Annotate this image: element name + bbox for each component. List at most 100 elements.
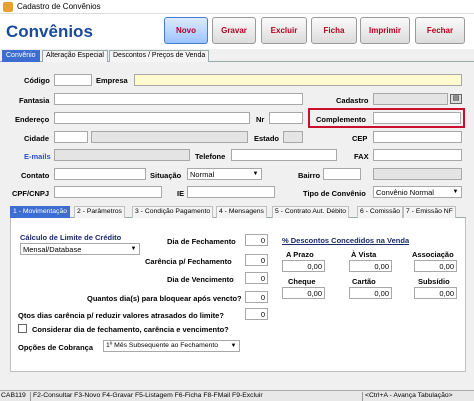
fax-input[interactable]: [373, 149, 462, 161]
calendar-icon[interactable]: ▤: [450, 94, 462, 104]
empresa-label: Empresa: [96, 76, 128, 85]
nr-label: Nr: [256, 115, 265, 124]
tab-condicao-pagamento[interactable]: 3 - Condição Pagamento: [132, 206, 214, 218]
window-titlebar: Cadastro de Convênios: [0, 0, 474, 14]
top-tab-strip: Convênio Alteração Especial Descontos / …: [0, 50, 474, 62]
ie-input[interactable]: [187, 186, 275, 198]
tab-movimentacao[interactable]: 1 - Movimentação: [10, 206, 71, 218]
tab-contrato-aut-debito[interactable]: 5 - Contrato Aut. Débito: [272, 206, 350, 218]
tab-emissao-nf[interactable]: 7 - Emissão NF: [403, 206, 456, 218]
cidade-code-input[interactable]: [54, 131, 88, 143]
novo-button[interactable]: Novo: [164, 17, 208, 44]
status-bar: CAB119 F2-Consultar F3-Novo F4-Gravar F5…: [0, 390, 474, 401]
contato-label: Contato: [21, 171, 50, 180]
imprimir-button[interactable]: Imprimir: [360, 17, 410, 44]
bairro-label: Bairro: [298, 171, 321, 180]
tab-mensagens[interactable]: 4 - Mensagens: [216, 206, 267, 218]
tipo-convenio-label: Tipo de Convênio: [303, 189, 366, 198]
tab-descontos-precos[interactable]: Descontos / Preços de Venda: [109, 50, 210, 62]
a-vista-input[interactable]: 0,00: [349, 260, 392, 272]
cep-label: CEP: [352, 134, 368, 143]
fechar-button[interactable]: Fechar: [415, 17, 465, 44]
qtos-dias-carencia-label: Qtos dias carência p/ reduzir valores at…: [18, 311, 224, 320]
complemento-input[interactable]: [373, 112, 461, 124]
fax-label: FAX: [354, 152, 369, 161]
cidade-label: Cidade: [24, 134, 50, 143]
chevron-down-icon: ▼: [452, 189, 459, 195]
opcoes-cobranca-value: 1º Mês Subsequente ao Fechamento: [106, 342, 219, 349]
estado-input[interactable]: [283, 131, 303, 143]
telefone-input[interactable]: [231, 149, 337, 161]
contato-input[interactable]: [54, 168, 146, 180]
bairro-name-input[interactable]: [373, 168, 462, 180]
dia-fechamento-label: Dia de Fechamento: [167, 237, 236, 246]
gravar-button[interactable]: Gravar: [212, 17, 256, 44]
ficha-button[interactable]: Ficha: [311, 17, 357, 44]
bottom-tab-strip: 1 - Movimentação 2 - Parâmetros 3 - Cond…: [10, 206, 466, 218]
dia-vencimento-label: Dia de Vencimento: [167, 275, 234, 284]
cheque-label: Cheque: [288, 277, 316, 286]
status-shortcuts: F2-Consultar F3-Novo F4-Gravar F5-Listag…: [33, 392, 263, 399]
cpf-cnpj-input[interactable]: [54, 186, 162, 198]
tipo-convenio-select[interactable]: Convênio Normal ▼: [373, 186, 462, 198]
carencia-fechamento-label: Carência p/ Fechamento: [145, 257, 232, 266]
emails-label[interactable]: E-mails: [24, 152, 51, 161]
tab-convenio[interactable]: Convênio: [2, 50, 40, 62]
associacao-input[interactable]: 0,00: [414, 260, 457, 272]
subsidio-input[interactable]: 0,00: [414, 287, 457, 299]
tab-alteracao-especial[interactable]: Alteração Especial: [42, 50, 108, 62]
calculo-limite-value: Mensal/Database: [23, 245, 82, 254]
cartao-input[interactable]: 0,00: [349, 287, 392, 299]
status-code: CAB119: [1, 392, 26, 399]
carencia-fechamento-input[interactable]: 0: [245, 254, 268, 266]
cheque-input[interactable]: 0,00: [282, 287, 325, 299]
quantos-dias-bloquear-input[interactable]: 0: [245, 291, 268, 303]
chevron-down-icon: ▼: [252, 171, 259, 177]
cadastro-input[interactable]: [373, 93, 448, 105]
window-title: Cadastro de Convênios: [17, 2, 101, 11]
page-title: Convênios: [6, 22, 93, 41]
subsidio-label: Subsídio: [418, 277, 450, 286]
situacao-select[interactable]: Normal ▼: [187, 168, 262, 180]
fantasia-input[interactable]: [54, 93, 303, 105]
tab-parametros[interactable]: 2 - Parâmetros: [74, 206, 125, 218]
associacao-label: Associação: [412, 250, 454, 259]
endereco-input[interactable]: [54, 112, 250, 124]
opcoes-cobranca-label: Opções de Cobrança: [18, 343, 94, 352]
qtos-dias-carencia-input[interactable]: 0: [245, 308, 268, 320]
situacao-value: Normal: [190, 170, 215, 179]
cidade-name-input[interactable]: [91, 131, 248, 143]
cep-input[interactable]: [373, 131, 462, 143]
tipo-convenio-value: Convênio Normal: [376, 188, 434, 197]
app-icon: [3, 2, 13, 12]
fantasia-label: Fantasia: [19, 96, 50, 105]
cartao-label: Cartão: [352, 277, 376, 286]
cpf-cnpj-label: CPF/CNPJ: [12, 189, 50, 198]
considerar-checkbox[interactable]: [18, 324, 27, 333]
dia-vencimento-input[interactable]: 0: [245, 272, 268, 284]
a-prazo-label: A Prazo: [286, 250, 314, 259]
estado-label: Estado: [254, 134, 280, 143]
codigo-input[interactable]: [54, 74, 92, 86]
calculo-limite-label: Cálculo de Limite de Crédito: [20, 233, 122, 242]
chevron-down-icon: ▼: [230, 343, 237, 349]
quantos-dias-bloquear-label: Quantos dia(s) para bloquear após vencto…: [87, 294, 242, 303]
tab-comissao[interactable]: 6 - Comissão: [357, 206, 404, 218]
opcoes-cobranca-select[interactable]: 1º Mês Subsequente ao Fechamento ▼: [103, 340, 240, 352]
nr-input[interactable]: [269, 112, 303, 124]
telefone-label: Telefone: [195, 152, 226, 161]
cadastro-label: Cadastro: [336, 96, 369, 105]
endereco-label: Endereço: [15, 115, 50, 124]
complemento-label: Complemento: [316, 115, 367, 124]
considerar-label: Considerar dia de fechamento, carência e…: [32, 325, 229, 334]
empresa-input[interactable]: [134, 74, 462, 86]
excluir-button[interactable]: Excluir: [261, 17, 307, 44]
a-prazo-input[interactable]: 0,00: [282, 260, 325, 272]
dia-fechamento-input[interactable]: 0: [245, 234, 268, 246]
ie-label: IE: [177, 189, 185, 198]
emails-input[interactable]: [54, 149, 190, 161]
bairro-code-input[interactable]: [323, 168, 361, 180]
descontos-title: % Descontos Concedidos na Venda: [282, 236, 410, 245]
calculo-limite-select[interactable]: Mensal/Database ▼: [20, 243, 140, 255]
a-vista-label: À Vista: [351, 250, 377, 259]
